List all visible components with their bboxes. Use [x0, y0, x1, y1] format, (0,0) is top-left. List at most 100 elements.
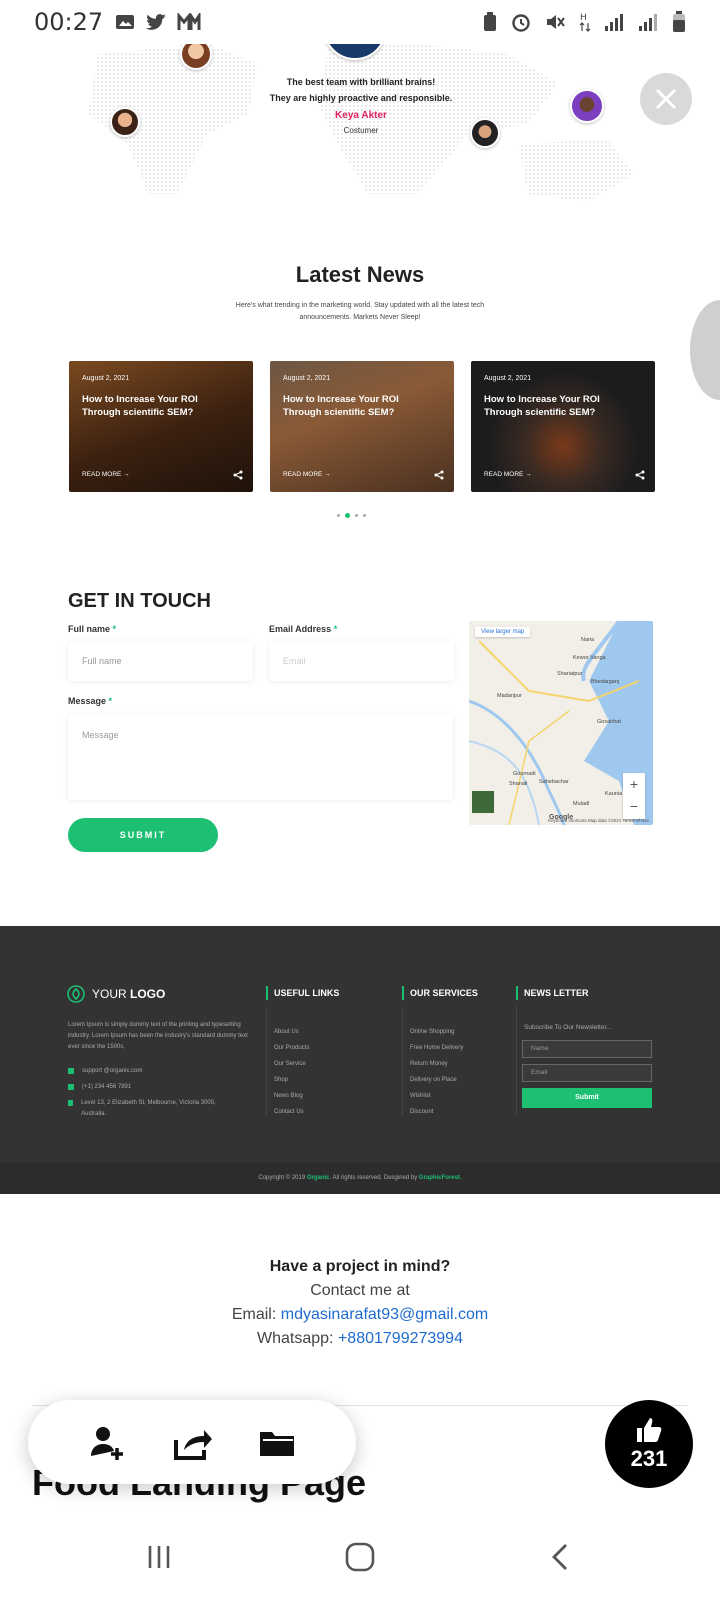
carousel-dot[interactable]: [363, 514, 366, 517]
footer-link[interactable]: Our Products: [274, 1040, 309, 1056]
whatsapp-link[interactable]: +8801799273994: [338, 1330, 463, 1347]
testimonial-quote: The best team with brilliant brains! The…: [269, 77, 453, 103]
email-link[interactable]: mdyasinarafat93@gmail.com: [281, 1306, 488, 1323]
services-list: Online Shopping Free Home Delivery Retur…: [410, 1024, 463, 1120]
newsletter-subtitle: Subscribe To Our Newsletter...: [524, 1024, 612, 1031]
footer-link[interactable]: Discount: [410, 1104, 463, 1120]
mute-icon: [547, 15, 565, 29]
news-card-date: August 2, 2021: [283, 375, 331, 382]
news-card-date: August 2, 2021: [484, 375, 532, 382]
carousel-dot[interactable]: [355, 514, 358, 517]
data-h-icon: H: [579, 13, 591, 32]
message-label: Message *: [68, 696, 113, 706]
back-icon[interactable]: [546, 1542, 576, 1572]
full-name-input[interactable]: Full name: [68, 641, 253, 681]
map-attribution[interactable]: Keyboard shortcuts Map data ©2021 Terms …: [548, 818, 649, 823]
testimonial-section: The best team with brilliant brains! The…: [88, 22, 634, 202]
footer-link[interactable]: Free Home Delivery: [410, 1040, 463, 1056]
news-card-title[interactable]: How to Increase Your ROI Through scienti…: [484, 393, 634, 419]
useful-links-title: USEFUL LINKS: [266, 986, 339, 1000]
read-more-link[interactable]: READ MORE →: [82, 471, 130, 478]
news-card-title[interactable]: How to Increase Your ROI Through scienti…: [82, 393, 232, 419]
footer-link[interactable]: Online Shopping: [410, 1024, 463, 1040]
news-card[interactable]: August 2, 2021 How to Increase Your ROI …: [69, 361, 253, 492]
email-input[interactable]: Email: [269, 641, 454, 681]
news-title: Latest News: [295, 262, 425, 287]
newsletter-title: NEWS LETTER: [516, 986, 589, 1000]
our-services-title: OUR SERVICES: [402, 986, 478, 1000]
footer-link[interactable]: News Blog: [274, 1088, 309, 1104]
footer-link[interactable]: Our Service: [274, 1056, 309, 1072]
status-time: 00:27: [34, 8, 104, 36]
read-more-link[interactable]: READ MORE →: [283, 471, 331, 478]
project-contact: Have a project in mind? Contact me at Em…: [0, 1255, 720, 1351]
footer-link[interactable]: About Us: [274, 1024, 309, 1040]
footer-email: support @organic.com: [68, 1066, 142, 1077]
email-label: Email Address *: [269, 624, 338, 634]
read-more-link[interactable]: READ MORE →: [484, 471, 532, 478]
zoom-out-button[interactable]: −: [623, 795, 645, 817]
share-icon[interactable]: [635, 470, 645, 480]
close-button[interactable]: [640, 73, 692, 125]
message-textarea[interactable]: Message: [68, 714, 453, 800]
footer-phone: (+1) 234 456 7891: [68, 1082, 131, 1093]
thumbs-up-icon: [637, 1418, 662, 1442]
newsletter-submit-button[interactable]: Submit: [522, 1088, 652, 1108]
battery-icon: [673, 11, 685, 32]
close-icon: [655, 88, 677, 110]
testimonial-name: Keya Akter: [335, 110, 387, 121]
footer-logo[interactable]: YOUR LOGO: [66, 984, 165, 1004]
like-count: 231: [630, 1446, 668, 1471]
world-map-graphic: [88, 44, 634, 202]
leaf-logo-icon: [67, 985, 85, 1003]
action-bar: [28, 1400, 356, 1484]
twitter-icon: [146, 14, 167, 30]
newsletter-email-input[interactable]: Email: [522, 1064, 652, 1082]
newsletter-name-input[interactable]: Name: [522, 1040, 652, 1058]
side-drawer-handle[interactable]: [690, 300, 720, 400]
battery-saver-icon: [484, 12, 496, 31]
zoom-in-button[interactable]: +: [623, 773, 645, 795]
footer-link[interactable]: Contact Us: [274, 1104, 309, 1120]
view-larger-map-link[interactable]: View larger map: [475, 627, 531, 637]
like-button[interactable]: 231: [605, 1400, 693, 1488]
location-map[interactable]: View larger map Naria Kewor Vanga Sharia…: [469, 621, 653, 825]
image-icon: [116, 15, 135, 29]
email-line: Email: mdyasinarafat93@gmail.com: [231, 1306, 489, 1323]
recent-apps-icon[interactable]: [144, 1542, 174, 1572]
share-icon[interactable]: [172, 1422, 212, 1462]
footer-address: Level 13, 2 Elizabeth St, Melbourne, Vic…: [68, 1098, 218, 1120]
footer-link[interactable]: Delivery on Place: [410, 1072, 463, 1088]
alarm-icon: [512, 14, 530, 32]
carousel-pagination[interactable]: [337, 513, 366, 518]
map-zoom-control[interactable]: + −: [623, 773, 645, 819]
m-app-icon: [177, 13, 201, 30]
carousel-dot-active[interactable]: [345, 513, 350, 518]
news-card-date: August 2, 2021: [82, 375, 130, 382]
share-icon[interactable]: [434, 470, 444, 480]
add-user-icon[interactable]: [87, 1422, 127, 1462]
footer-link[interactable]: Return Money: [410, 1056, 463, 1072]
share-icon[interactable]: [233, 470, 243, 480]
footer-link[interactable]: Shop: [274, 1072, 309, 1088]
full-name-label: Full name *: [68, 624, 117, 634]
testimonial-role: Costumer: [343, 126, 379, 135]
site-footer: YOUR LOGO Lorem Ipsum is simply dummy te…: [0, 926, 720, 1194]
whatsapp-line: Whatsapp: +8801799273994: [257, 1330, 463, 1347]
signal-icon: [605, 14, 623, 31]
home-icon[interactable]: [343, 1540, 377, 1574]
svg-text:H: H: [580, 13, 587, 23]
status-bar: 00:27 H: [0, 0, 720, 44]
signal-icon-2: [639, 14, 657, 31]
news-card-title[interactable]: How to Increase Your ROI Through scienti…: [283, 393, 433, 419]
project-heading: Have a project in mind?: [269, 1258, 451, 1275]
folder-icon[interactable]: [257, 1422, 297, 1462]
carousel-dot[interactable]: [337, 514, 340, 517]
news-subtitle: Here's what trending in the marketing wo…: [235, 302, 485, 321]
contact-me-text: Contact me at: [310, 1282, 410, 1299]
footer-link[interactable]: Wishlist: [410, 1088, 463, 1104]
copyright: Copyright © 2019 Organic. All rights res…: [0, 1162, 720, 1194]
news-card[interactable]: August 2, 2021 How to Increase Your ROI …: [471, 361, 655, 492]
news-card[interactable]: August 2, 2021 How to Increase Your ROI …: [270, 361, 454, 492]
submit-button[interactable]: SUBMIT: [68, 818, 218, 852]
